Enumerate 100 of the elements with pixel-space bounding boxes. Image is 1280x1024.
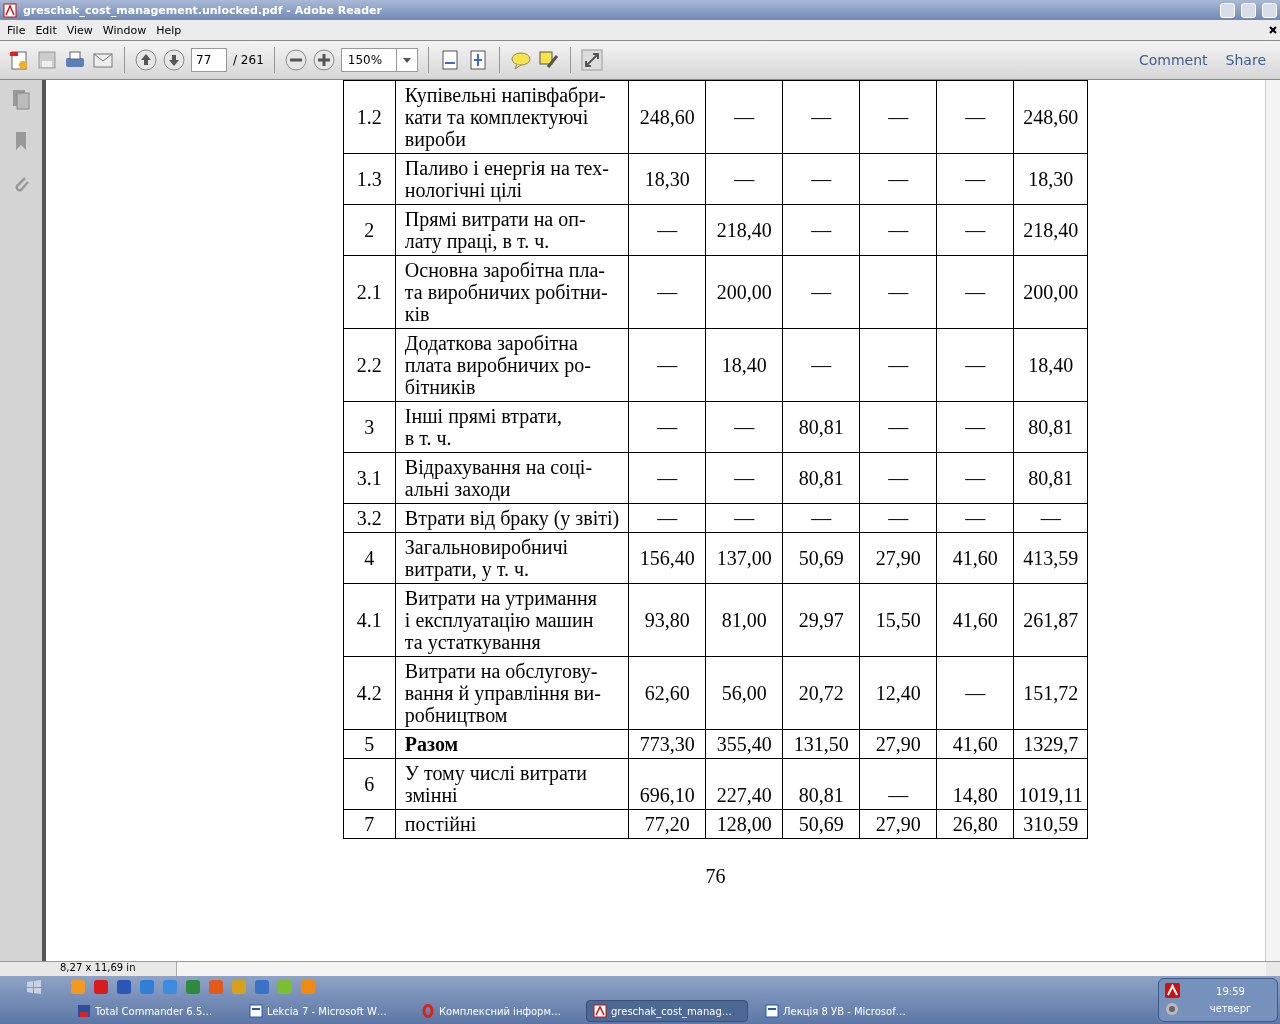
- app-launcher-icon[interactable]: [231, 979, 247, 995]
- menu-item[interactable]: View: [61, 23, 98, 37]
- document-icon[interactable]: [765, 1004, 779, 1018]
- value-cell: 18,30: [1013, 153, 1088, 205]
- value-cell: —: [782, 204, 860, 256]
- cost-item: Витрати на обслугову- вання й управління ви- робництвом: [395, 656, 629, 730]
- toolbar-link[interactable]: Share: [1219, 52, 1272, 68]
- value-cell: 12,40: [859, 656, 937, 730]
- value-cell: —: [782, 503, 860, 533]
- cost-item: У тому числі витрати змінні: [395, 758, 629, 810]
- value-cell: —: [859, 255, 937, 329]
- value-cell: 1329,7: [1013, 729, 1088, 759]
- row-number: 7: [343, 809, 396, 839]
- windows-logo-icon[interactable]: [26, 979, 42, 995]
- value-cell: —: [705, 452, 783, 504]
- value-cell: 80,81: [1013, 452, 1088, 504]
- value-cell: —: [859, 204, 937, 256]
- row-number: 2: [343, 204, 396, 256]
- value-cell: —: [782, 153, 860, 205]
- zoom-dropdown[interactable]: 150%: [340, 48, 418, 72]
- menu-item[interactable]: Window: [97, 23, 152, 37]
- close-button[interactable]: [1262, 2, 1277, 18]
- document-icon[interactable]: [249, 1004, 263, 1018]
- value-cell: 80,81: [782, 758, 860, 810]
- app-launcher-icon[interactable]: [185, 979, 201, 995]
- cost-item: Витрати на утримання і експлуатацію машин та устаткування: [395, 583, 629, 657]
- zoom-out-icon[interactable]: [284, 49, 307, 71]
- close-icon[interactable]: [1268, 25, 1278, 35]
- app-launcher-icon[interactable]: [162, 979, 178, 995]
- value-cell: —: [628, 503, 706, 533]
- app-launcher-icon[interactable]: [208, 979, 224, 995]
- app-launcher-icon[interactable]: [93, 979, 109, 995]
- value-cell: 696,10: [628, 758, 706, 810]
- value-cell: 248,60: [1013, 80, 1088, 154]
- value-cell: 81,00: [705, 583, 783, 657]
- cost-item: Загальновиробничі витрати, у т. ч.: [395, 532, 629, 584]
- value-cell: —: [859, 401, 937, 453]
- value-cell: 50,69: [782, 532, 860, 584]
- value-cell: 200,00: [1013, 255, 1088, 329]
- value-cell: —: [705, 153, 783, 205]
- taskbar-button[interactable]: Лекція 8 УВ - Microsof…: [758, 1000, 920, 1022]
- row-number: 3.1: [343, 452, 396, 504]
- minimize-button[interactable]: [1220, 2, 1235, 18]
- row-number: 4.1: [343, 583, 396, 657]
- value-cell: 80,81: [782, 401, 860, 453]
- zoom-in-icon[interactable]: [312, 49, 335, 71]
- row-number: 4: [343, 532, 396, 584]
- app-launcher-icon[interactable]: [300, 979, 316, 995]
- speech-bubble-icon[interactable]: [509, 49, 532, 71]
- value-cell: 248,60: [628, 80, 706, 154]
- save-icon[interactable]: [36, 49, 58, 71]
- value-cell: 41,60: [936, 532, 1014, 584]
- app-launcher-icon[interactable]: [116, 979, 132, 995]
- value-cell: 26,80: [936, 809, 1014, 839]
- value-cell: —: [782, 328, 860, 402]
- row-number: 4.2: [343, 656, 396, 730]
- toolbar-link[interactable]: Comment: [1133, 52, 1214, 68]
- ring-icon[interactable]: [421, 1004, 435, 1018]
- cost-item: Відрахування на соці- альні заходи: [395, 452, 629, 504]
- app-launcher-icon[interactable]: [277, 979, 293, 995]
- cost-item: Додаткова заробітна плата виробничих ро- бітників: [395, 328, 629, 402]
- taskbar-button[interactable]: Lekcia 7 - Microsoft W…: [242, 1000, 404, 1022]
- value-cell: —: [936, 204, 1014, 256]
- value-cell: 137,00: [705, 532, 783, 584]
- value-cell: 310,59: [1013, 809, 1088, 839]
- value-cell: 355,40: [705, 729, 783, 759]
- app-launcher-icon[interactable]: [254, 979, 270, 995]
- taskbar-button[interactable]: Total Commander 6.5…: [70, 1000, 232, 1022]
- antivirus-icon[interactable]: [1165, 983, 1180, 998]
- expand-icon[interactable]: [580, 49, 603, 71]
- page-number: 76: [705, 865, 726, 888]
- restore-button[interactable]: [1241, 2, 1256, 18]
- horizontal-scrollbar[interactable]: [176, 962, 1266, 976]
- cost-item: Втрати від браку (у звіті): [395, 503, 629, 533]
- speaker-icon[interactable]: [1165, 1002, 1180, 1017]
- menu-item[interactable]: Edit: [30, 23, 62, 37]
- page-number-field[interactable]: 77: [191, 48, 227, 72]
- value-cell: 41,60: [936, 583, 1014, 657]
- value-cell: —: [859, 80, 937, 154]
- value-cell: 218,40: [1013, 204, 1088, 256]
- menu-item[interactable]: File: [2, 23, 31, 37]
- pdf-document-icon[interactable]: [593, 1004, 607, 1018]
- value-cell: 80,81: [1013, 401, 1088, 453]
- value-cell: 15,50: [859, 583, 937, 657]
- taskbar-button[interactable]: Комплексний інформ…: [414, 1000, 576, 1022]
- app-launcher-icon[interactable]: [139, 979, 155, 995]
- value-cell: —: [782, 255, 860, 329]
- text-pencil-icon[interactable]: [537, 49, 560, 71]
- pages-icon[interactable]: [10, 88, 32, 110]
- value-cell: —: [628, 204, 706, 256]
- page-size: 8,27 x 11,69 in: [59, 962, 137, 975]
- app-launcher-icon[interactable]: [70, 979, 86, 995]
- taskbar-button[interactable]: greschak_cost_manag…: [586, 1000, 748, 1022]
- row-number: 3.2: [343, 503, 396, 533]
- value-cell: —: [859, 328, 937, 402]
- menu-item[interactable]: Help: [151, 23, 187, 37]
- row-number: 3: [343, 401, 396, 453]
- row-number: 1.2: [343, 80, 396, 154]
- vertical-scrollbar[interactable]: [1265, 80, 1280, 961]
- value-cell: 413,59: [1013, 532, 1088, 584]
